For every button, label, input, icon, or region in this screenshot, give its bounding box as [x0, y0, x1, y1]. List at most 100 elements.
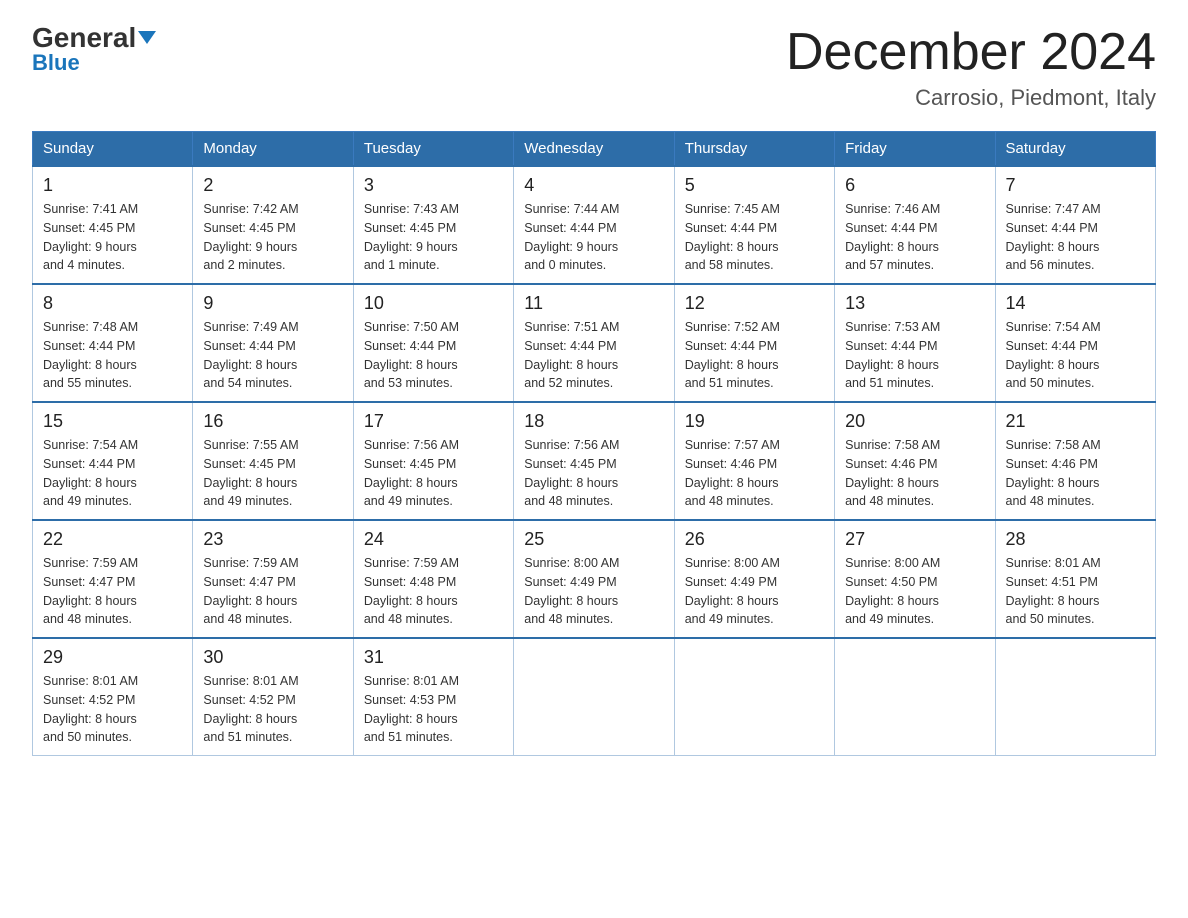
day-number: 29 [43, 647, 182, 668]
calendar-week-3: 15Sunrise: 7:54 AM Sunset: 4:44 PM Dayli… [33, 402, 1156, 520]
day-number: 21 [1006, 411, 1145, 432]
day-number: 9 [203, 293, 342, 314]
day-number: 28 [1006, 529, 1145, 550]
day-number: 25 [524, 529, 663, 550]
day-number: 20 [845, 411, 984, 432]
weekday-header-sunday: Sunday [33, 132, 193, 167]
calendar-day-16: 16Sunrise: 7:55 AM Sunset: 4:45 PM Dayli… [193, 402, 353, 520]
day-info: Sunrise: 7:54 AM Sunset: 4:44 PM Dayligh… [1006, 318, 1145, 393]
day-info: Sunrise: 7:56 AM Sunset: 4:45 PM Dayligh… [524, 436, 663, 511]
weekday-header-friday: Friday [835, 132, 995, 167]
weekday-header-tuesday: Tuesday [353, 132, 513, 167]
weekday-header-monday: Monday [193, 132, 353, 167]
day-info: Sunrise: 7:47 AM Sunset: 4:44 PM Dayligh… [1006, 200, 1145, 275]
calendar-day-2: 2Sunrise: 7:42 AM Sunset: 4:45 PM Daylig… [193, 166, 353, 284]
day-number: 5 [685, 175, 824, 196]
day-info: Sunrise: 7:54 AM Sunset: 4:44 PM Dayligh… [43, 436, 182, 511]
day-number: 26 [685, 529, 824, 550]
calendar-week-4: 22 Sunrise: 7:59 AM Sunset: 4:47 PM Dayli… [33, 520, 1156, 638]
calendar-day-31: 31 Sunrise: 8:01 AM Sunset: 4:53 PM Dayli… [353, 638, 513, 756]
calendar-day-26: 26 Sunrise: 8:00 AM Sunset: 4:49 PM Dayli… [674, 520, 834, 638]
day-number: 18 [524, 411, 663, 432]
day-info: Sunrise: 8:00 AM Sunset: 4:50 PM Dayligh… [845, 554, 984, 629]
weekday-header-wednesday: Wednesday [514, 132, 674, 167]
calendar-day-24: 24 Sunrise: 7:59 AM Sunset: 4:48 PM Dayli… [353, 520, 513, 638]
calendar-day-1: 1 Sunrise: 7:41 AM Sunset: 4:45 PM Daylig… [33, 166, 193, 284]
day-number: 23 [203, 529, 342, 550]
day-number: 17 [364, 411, 503, 432]
day-number: 8 [43, 293, 182, 314]
day-number: 1 [43, 175, 182, 196]
calendar-day-21: 21 Sunrise: 7:58 AM Sunset: 4:46 PM Dayli… [995, 402, 1155, 520]
day-number: 19 [685, 411, 824, 432]
day-info: Sunrise: 8:01 AM Sunset: 4:53 PM Dayligh… [364, 672, 503, 747]
calendar-day-23: 23 Sunrise: 7:59 AM Sunset: 4:47 PM Dayli… [193, 520, 353, 638]
day-info: Sunrise: 7:42 AM Sunset: 4:45 PM Dayligh… [203, 200, 342, 275]
day-info: Sunrise: 8:01 AM Sunset: 4:51 PM Dayligh… [1006, 554, 1145, 629]
logo-line1: General [32, 24, 156, 52]
empty-cell [514, 638, 674, 756]
day-number: 6 [845, 175, 984, 196]
calendar-day-4: 4Sunrise: 7:44 AM Sunset: 4:44 PM Daylig… [514, 166, 674, 284]
day-number: 12 [685, 293, 824, 314]
title-block: December 2024 Carrosio, Piedmont, Italy [786, 24, 1156, 111]
month-title: December 2024 [786, 24, 1156, 81]
calendar-day-19: 19Sunrise: 7:57 AM Sunset: 4:46 PM Dayli… [674, 402, 834, 520]
page-header: General Blue December 2024 Carrosio, Pie… [32, 24, 1156, 111]
day-number: 3 [364, 175, 503, 196]
calendar-day-20: 20 Sunrise: 7:58 AM Sunset: 4:46 PM Dayli… [835, 402, 995, 520]
logo: General Blue [32, 24, 156, 76]
day-info: Sunrise: 7:50 AM Sunset: 4:44 PM Dayligh… [364, 318, 503, 393]
calendar-day-18: 18 Sunrise: 7:56 AM Sunset: 4:45 PM Dayli… [514, 402, 674, 520]
location-subtitle: Carrosio, Piedmont, Italy [786, 85, 1156, 111]
calendar-day-5: 5 Sunrise: 7:45 AM Sunset: 4:44 PM Daylig… [674, 166, 834, 284]
logo-line2: Blue [32, 50, 80, 76]
day-number: 30 [203, 647, 342, 668]
day-info: Sunrise: 7:58 AM Sunset: 4:46 PM Dayligh… [845, 436, 984, 511]
calendar-day-9: 9Sunrise: 7:49 AM Sunset: 4:44 PM Daylig… [193, 284, 353, 402]
calendar-day-25: 25 Sunrise: 8:00 AM Sunset: 4:49 PM Dayli… [514, 520, 674, 638]
calendar-day-17: 17Sunrise: 7:56 AM Sunset: 4:45 PM Dayli… [353, 402, 513, 520]
day-number: 4 [524, 175, 663, 196]
calendar-day-11: 11Sunrise: 7:51 AM Sunset: 4:44 PM Dayli… [514, 284, 674, 402]
day-info: Sunrise: 7:53 AM Sunset: 4:44 PM Dayligh… [845, 318, 984, 393]
calendar-day-12: 12 Sunrise: 7:52 AM Sunset: 4:44 PM Dayli… [674, 284, 834, 402]
day-info: Sunrise: 7:59 AM Sunset: 4:48 PM Dayligh… [364, 554, 503, 629]
day-number: 7 [1006, 175, 1145, 196]
calendar-day-30: 30 Sunrise: 8:01 AM Sunset: 4:52 PM Dayli… [193, 638, 353, 756]
day-number: 14 [1006, 293, 1145, 314]
day-info: Sunrise: 7:45 AM Sunset: 4:44 PM Dayligh… [685, 200, 824, 275]
day-info: Sunrise: 7:52 AM Sunset: 4:44 PM Dayligh… [685, 318, 824, 393]
calendar-day-27: 27 Sunrise: 8:00 AM Sunset: 4:50 PM Dayli… [835, 520, 995, 638]
day-info: Sunrise: 8:01 AM Sunset: 4:52 PM Dayligh… [43, 672, 182, 747]
empty-cell [995, 638, 1155, 756]
logo-triangle-icon [138, 31, 156, 44]
calendar-day-8: 8 Sunrise: 7:48 AM Sunset: 4:44 PM Daylig… [33, 284, 193, 402]
calendar-week-2: 8 Sunrise: 7:48 AM Sunset: 4:44 PM Daylig… [33, 284, 1156, 402]
calendar-day-29: 29 Sunrise: 8:01 AM Sunset: 4:52 PM Dayli… [33, 638, 193, 756]
day-number: 13 [845, 293, 984, 314]
day-info: Sunrise: 7:43 AM Sunset: 4:45 PM Dayligh… [364, 200, 503, 275]
day-info: Sunrise: 7:58 AM Sunset: 4:46 PM Dayligh… [1006, 436, 1145, 511]
day-info: Sunrise: 8:01 AM Sunset: 4:52 PM Dayligh… [203, 672, 342, 747]
calendar-week-1: 1 Sunrise: 7:41 AM Sunset: 4:45 PM Daylig… [33, 166, 1156, 284]
calendar-day-13: 13 Sunrise: 7:53 AM Sunset: 4:44 PM Dayli… [835, 284, 995, 402]
calendar-day-14: 14 Sunrise: 7:54 AM Sunset: 4:44 PM Dayli… [995, 284, 1155, 402]
calendar-day-7: 7 Sunrise: 7:47 AM Sunset: 4:44 PM Daylig… [995, 166, 1155, 284]
day-info: Sunrise: 7:51 AM Sunset: 4:44 PM Dayligh… [524, 318, 663, 393]
day-info: Sunrise: 8:00 AM Sunset: 4:49 PM Dayligh… [685, 554, 824, 629]
day-number: 24 [364, 529, 503, 550]
day-info: Sunrise: 8:00 AM Sunset: 4:49 PM Dayligh… [524, 554, 663, 629]
day-info: Sunrise: 7:59 AM Sunset: 4:47 PM Dayligh… [203, 554, 342, 629]
day-info: Sunrise: 7:41 AM Sunset: 4:45 PM Dayligh… [43, 200, 182, 275]
day-number: 22 [43, 529, 182, 550]
calendar-day-22: 22Sunrise: 7:59 AM Sunset: 4:47 PM Dayli… [33, 520, 193, 638]
day-info: Sunrise: 7:48 AM Sunset: 4:44 PM Dayligh… [43, 318, 182, 393]
empty-cell [835, 638, 995, 756]
day-info: Sunrise: 7:46 AM Sunset: 4:44 PM Dayligh… [845, 200, 984, 275]
calendar-day-15: 15Sunrise: 7:54 AM Sunset: 4:44 PM Dayli… [33, 402, 193, 520]
calendar-day-28: 28 Sunrise: 8:01 AM Sunset: 4:51 PM Dayli… [995, 520, 1155, 638]
day-number: 31 [364, 647, 503, 668]
day-number: 27 [845, 529, 984, 550]
weekday-header-thursday: Thursday [674, 132, 834, 167]
